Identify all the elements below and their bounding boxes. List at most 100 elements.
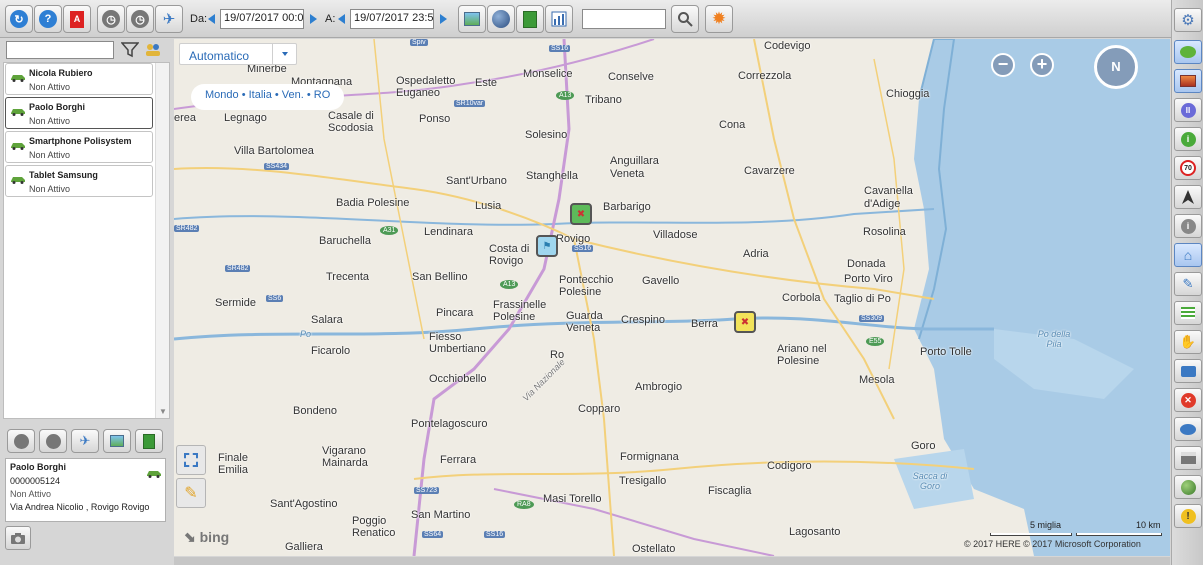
map-place: Goro <box>911 440 936 452</box>
home-button[interactable]: ⌂ <box>1174 243 1202 267</box>
search-button[interactable] <box>671 5 699 33</box>
settings-icon: ⚙ <box>1181 12 1195 29</box>
filter-icon[interactable] <box>121 41 139 58</box>
device-item[interactable]: Nicola Rubiero Non Attivo <box>5 63 153 95</box>
zoom-in-button[interactable]: + <box>1030 53 1054 77</box>
map-place: Ariano nel Polesine <box>777 343 827 367</box>
chat-button[interactable] <box>1174 40 1202 64</box>
from-prev-arrow[interactable] <box>208 14 215 24</box>
route-button[interactable]: ✈ <box>155 5 183 33</box>
road-sign: SS6 <box>266 295 284 302</box>
clock-button-1[interactable]: ◷ <box>97 5 125 33</box>
hand-icon: ✋ <box>1179 334 1197 349</box>
camera-button-right[interactable] <box>1174 359 1202 383</box>
print-icon <box>1180 452 1196 464</box>
comment-button[interactable] <box>1174 417 1202 441</box>
group-icon[interactable] <box>144 41 162 58</box>
map-place: Villadose <box>653 229 698 241</box>
select-area-tool[interactable] <box>176 445 206 475</box>
detail-clock-button-1[interactable] <box>7 429 35 453</box>
pen-icon: ✎ <box>1182 276 1194 291</box>
sheet-button[interactable] <box>516 5 544 33</box>
zoom-out-button[interactable]: − <box>991 53 1015 77</box>
start-marker[interactable]: ✖ <box>570 203 592 225</box>
device-detail-box: Paolo Borghi 0000005124 Non Attivo Via A… <box>5 458 166 522</box>
to-prev-arrow[interactable] <box>338 14 345 24</box>
to-next-arrow[interactable] <box>440 14 447 24</box>
details-button[interactable]: i <box>1174 214 1202 238</box>
device-item[interactable]: Smartphone Polisystem Non Attivo <box>5 131 153 163</box>
map-place: Crespino <box>621 314 666 326</box>
from-date-input[interactable]: 19/07/2017 00:00 <box>220 9 304 29</box>
map-place: Badia Polesine <box>336 197 410 209</box>
list-icon <box>1181 307 1195 319</box>
close-button[interactable]: ✕ <box>1174 388 1202 412</box>
map-place: Copparo <box>578 403 621 415</box>
clock-button-2[interactable]: ◷ <box>126 5 154 33</box>
map-place: Formignana <box>620 451 679 463</box>
device-name: Nicola Rubiero <box>29 68 93 78</box>
map-place: Cavanella d'Adige <box>864 185 913 210</box>
photo-button[interactable] <box>1174 69 1202 93</box>
clock-icon <box>45 433 61 449</box>
map-view[interactable]: Codevigo Monselice Conselve Correzzola C… <box>174 39 1170 556</box>
pan-button[interactable]: ✋ <box>1174 330 1202 354</box>
map-place: Villa Bartolomea <box>234 145 314 157</box>
map-place: Poggio Renatico <box>352 515 396 539</box>
map-copyright: © 2017 HERE © 2017 Microsoft Corporation <box>964 539 1141 549</box>
map-place: Pontelagoscuro <box>411 418 488 430</box>
device-item[interactable]: Paolo Borghi Non Attivo <box>5 97 153 129</box>
bing-icon: ⬊ <box>184 529 200 545</box>
from-next-arrow[interactable] <box>310 14 317 24</box>
info-gray-icon: i <box>1180 218 1196 234</box>
map-place: Lendinara <box>424 226 473 238</box>
draw-tool[interactable]: ✎ <box>176 478 206 508</box>
navigation-button[interactable] <box>1174 185 1202 209</box>
map-breadcrumb[interactable]: Mondo • Italia • Ven. • RO <box>191 84 345 110</box>
refresh-button[interactable]: ↻ <box>5 5 33 33</box>
list-button[interactable] <box>1174 301 1202 325</box>
road-sign: SS723 <box>414 487 440 494</box>
speed-limit-button[interactable]: 70 <box>1174 156 1202 180</box>
settings-button[interactable]: ⚙ <box>1174 8 1202 32</box>
detail-sheet-button[interactable] <box>135 429 163 453</box>
sheet-icon <box>523 10 537 28</box>
device-item[interactable]: Tablet Samsung Non Attivo <box>5 165 153 197</box>
detail-clock-button-2[interactable] <box>39 429 67 453</box>
device-search-input[interactable] <box>6 41 114 59</box>
toolbar-search-input[interactable] <box>582 9 666 29</box>
map-place: Mesola <box>859 374 895 386</box>
map-place: Costa di Rovigo <box>489 243 530 267</box>
warning-button[interactable]: ! <box>1174 504 1202 528</box>
sun-button[interactable]: ✹ <box>705 5 733 33</box>
compass-button[interactable]: N <box>1094 45 1138 89</box>
car-icon <box>11 177 25 184</box>
camera-button[interactable] <box>5 526 31 550</box>
map-image-button[interactable] <box>458 5 486 33</box>
pdf-button[interactable]: A <box>63 5 91 33</box>
map-place: Ponso <box>419 113 451 125</box>
device-list-scrollbar[interactable]: ▼ <box>155 63 169 418</box>
detail-map-button[interactable] <box>103 429 131 453</box>
road-sign: SR10var <box>454 100 486 107</box>
detail-route-button[interactable]: ✈ <box>71 429 99 453</box>
edit-button[interactable]: ✎ <box>1174 272 1202 296</box>
detail-address: Via Andrea Nicolio , Rovigo Rovigo <box>10 502 150 512</box>
pause-button[interactable]: II <box>1174 98 1202 122</box>
to-date-input[interactable]: 19/07/2017 23:59 <box>350 9 434 29</box>
chevron-down-icon[interactable] <box>272 44 296 64</box>
map-place: Trecenta <box>326 271 370 283</box>
print-button[interactable] <box>1174 446 1202 470</box>
flag-marker[interactable]: ⚑ <box>536 235 558 257</box>
help-button[interactable]: ? <box>34 5 62 33</box>
stop-marker[interactable]: ✖ <box>734 311 756 333</box>
scroll-down-icon[interactable]: ▼ <box>159 407 167 416</box>
globe-button[interactable] <box>487 5 515 33</box>
chart-button[interactable] <box>545 5 573 33</box>
map-place: Gavello <box>642 275 680 287</box>
info-button[interactable]: i <box>1174 127 1202 151</box>
globe-button-right[interactable] <box>1174 475 1202 499</box>
map-mode-select[interactable]: Automatico <box>179 43 297 65</box>
navigation-arrow-icon <box>1182 190 1194 204</box>
map-place: Casale di Scodosia <box>328 110 374 134</box>
